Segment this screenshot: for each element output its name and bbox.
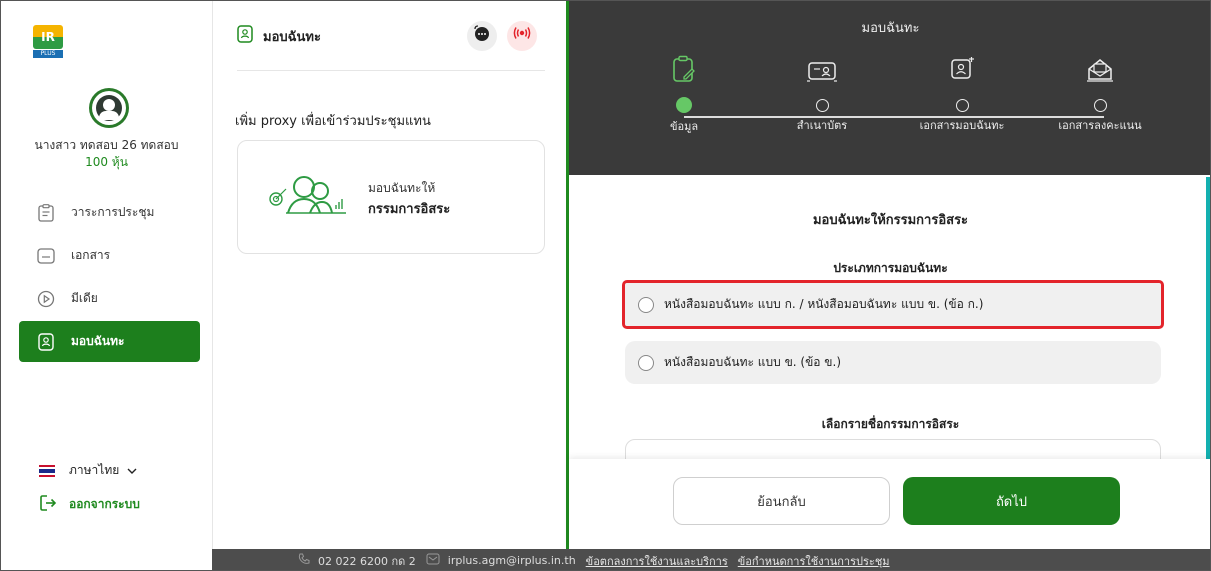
step-label: สำเนาบัตร (796, 119, 848, 132)
live-button[interactable] (507, 21, 537, 51)
step-dot (955, 99, 969, 112)
director-select-label: เลือกรายชื่อกรรมการอิสระ (821, 417, 960, 431)
proxy-option-card[interactable]: มอบฉันทะให้ กรรมการอิสระ (237, 140, 545, 254)
clipboard-edit-icon (672, 55, 696, 87)
irplus-logo[interactable]: IR PLUS (33, 25, 63, 61)
thai-flag-icon (39, 464, 55, 477)
sidebar-item-agenda[interactable]: วาระการประชุม (19, 192, 200, 233)
radio-button[interactable] (638, 354, 654, 371)
card-line2: กรรมการอิสระ (368, 202, 451, 217)
step-proxy-docs[interactable]: เอกสารมอบฉันทะ (897, 57, 1027, 134)
proxy-type-option-b[interactable]: หนังสือมอบฉันทะ แบบ ข. (ข้อ ข.) (625, 341, 1161, 384)
step-label: ข้อมูล (669, 120, 699, 133)
radio-button[interactable] (638, 296, 654, 313)
step-label: เอกสารมอบฉันทะ (919, 119, 1005, 132)
wizard-title: มอบฉันทะ (861, 21, 920, 36)
sidebar-item-label: วาระการประชุม (71, 205, 155, 219)
step-dot (815, 99, 829, 112)
sidebar-nav: วาระการประชุม เอกสาร มีเดีย มอบฉันทะ (19, 192, 200, 364)
phone-icon (298, 553, 310, 568)
live-broadcast-icon (512, 24, 532, 48)
logout-label: ออกจากระบบ (69, 497, 140, 511)
proxy-doc-icon (237, 25, 253, 47)
panel-title-text: มอบฉันทะ (263, 29, 321, 45)
footer-phone[interactable]: 02 022 6200 กด 2 (298, 552, 416, 570)
scrollbar[interactable] (1206, 177, 1210, 459)
back-button[interactable]: ย้อนกลับ (673, 477, 890, 525)
terms-link[interactable]: ข้อตกลงการใช้งานและบริการ (586, 552, 728, 570)
sidebar: IR PLUS นางสาว ทดสอบ 26 ทดสอบ 100 หุ้น ว… (1, 1, 212, 549)
language-label: ภาษาไทย (69, 463, 120, 477)
footer-bar: 02 022 6200 กด 2 irplus.agm@irplus.in.th… (212, 549, 1210, 570)
proxy-list-panel: มอบฉันทะ เพิ่ม proxy เพื่อเข้าร่วมประชุม… (212, 1, 566, 549)
option-label: หนังสือมอบฉันทะ แบบ ก. / หนังสือมอบฉันทะ… (664, 297, 984, 311)
wizard-actions: ย้อนกลับ ถัดไป (569, 459, 1210, 549)
sidebar-item-media[interactable]: มีเดีย (19, 278, 200, 319)
proxy-type-option-a[interactable]: หนังสือมอบฉันทะ แบบ ก. / หนังสือมอบฉันทะ… (622, 280, 1164, 329)
step-dot (676, 97, 692, 113)
proxy-doc-icon (37, 332, 55, 351)
meeting-terms-link[interactable]: ข้อกำหนดการใช้งานการประชุม (738, 552, 890, 570)
avatar (89, 88, 129, 128)
logo-sub: PLUS (33, 50, 63, 58)
sidebar-item-proxy[interactable]: มอบฉันทะ (19, 321, 200, 362)
proxy-type-label: ประเภทการมอบฉันทะ (833, 261, 948, 275)
step-dot (1093, 99, 1107, 112)
step-voting-docs[interactable]: เอกสารลงคะแนน (1035, 57, 1165, 134)
sidebar-item-label: เอกสาร (71, 248, 111, 262)
step-id-copy[interactable]: สำเนาบัตร (757, 57, 887, 134)
document-user-icon (949, 57, 975, 87)
card-line1: มอบฉันทะให้ (368, 181, 436, 195)
language-selector[interactable]: ภาษาไทย (39, 461, 137, 480)
sidebar-item-label: มอบฉันทะ (71, 334, 125, 348)
sidebar-item-label: มีเดีย (71, 291, 98, 305)
phone-text: 02 022 6200 กด 2 (318, 554, 416, 568)
header-actions (467, 21, 537, 51)
wizard-header: มอบฉันทะ ข้อมูล สำเนาบัตร เอกสารมอบฉันทะ… (569, 1, 1210, 175)
email-text: irplus.agm@irplus.in.th (447, 554, 576, 567)
logout-button[interactable]: ออกจากระบบ (39, 494, 140, 515)
option-label: หนังสือมอบฉันทะ แบบ ข. (ข้อ ข.) (664, 355, 842, 369)
proxy-wizard-panel: มอบฉันทะ ข้อมูล สำเนาบัตร เอกสารมอบฉันทะ… (569, 1, 1210, 549)
panel-title: มอบฉันทะ (237, 25, 321, 47)
logout-icon (39, 494, 57, 515)
wizard-content: มอบฉันทะให้กรรมการอิสระ ประเภทการมอบฉันท… (569, 175, 1210, 465)
mail-icon (426, 553, 440, 568)
content-title: มอบฉันทะให้กรรมการอิสระ (812, 213, 969, 228)
play-icon (37, 290, 55, 308)
add-proxy-subtitle: เพิ่ม proxy เพื่อเข้าร่วมประชุมแทน (235, 114, 431, 129)
chat-button[interactable] (467, 21, 497, 51)
divider (237, 70, 545, 71)
chevron-down-icon (127, 464, 137, 478)
folder-icon (37, 247, 55, 265)
group-people-icon (268, 175, 350, 219)
agenda-icon (37, 203, 55, 222)
id-card-icon (806, 59, 838, 87)
sidebar-item-documents[interactable]: เอกสาร (19, 235, 200, 276)
user-shares: 100 หุ้น (85, 155, 128, 169)
step-label: เอกสารลงคะแนน (1058, 119, 1142, 132)
step-info[interactable]: ข้อมูล (619, 55, 749, 135)
app-frame: IR PLUS นางสาว ทดสอบ 26 ทดสอบ 100 หุ้น ว… (0, 0, 1211, 571)
next-button[interactable]: ถัดไป (903, 477, 1120, 525)
chat-icon (473, 25, 491, 47)
logo-mark: IR (33, 25, 63, 49)
envelope-icon (1086, 57, 1114, 87)
footer-email[interactable]: irplus.agm@irplus.in.th (426, 553, 576, 568)
